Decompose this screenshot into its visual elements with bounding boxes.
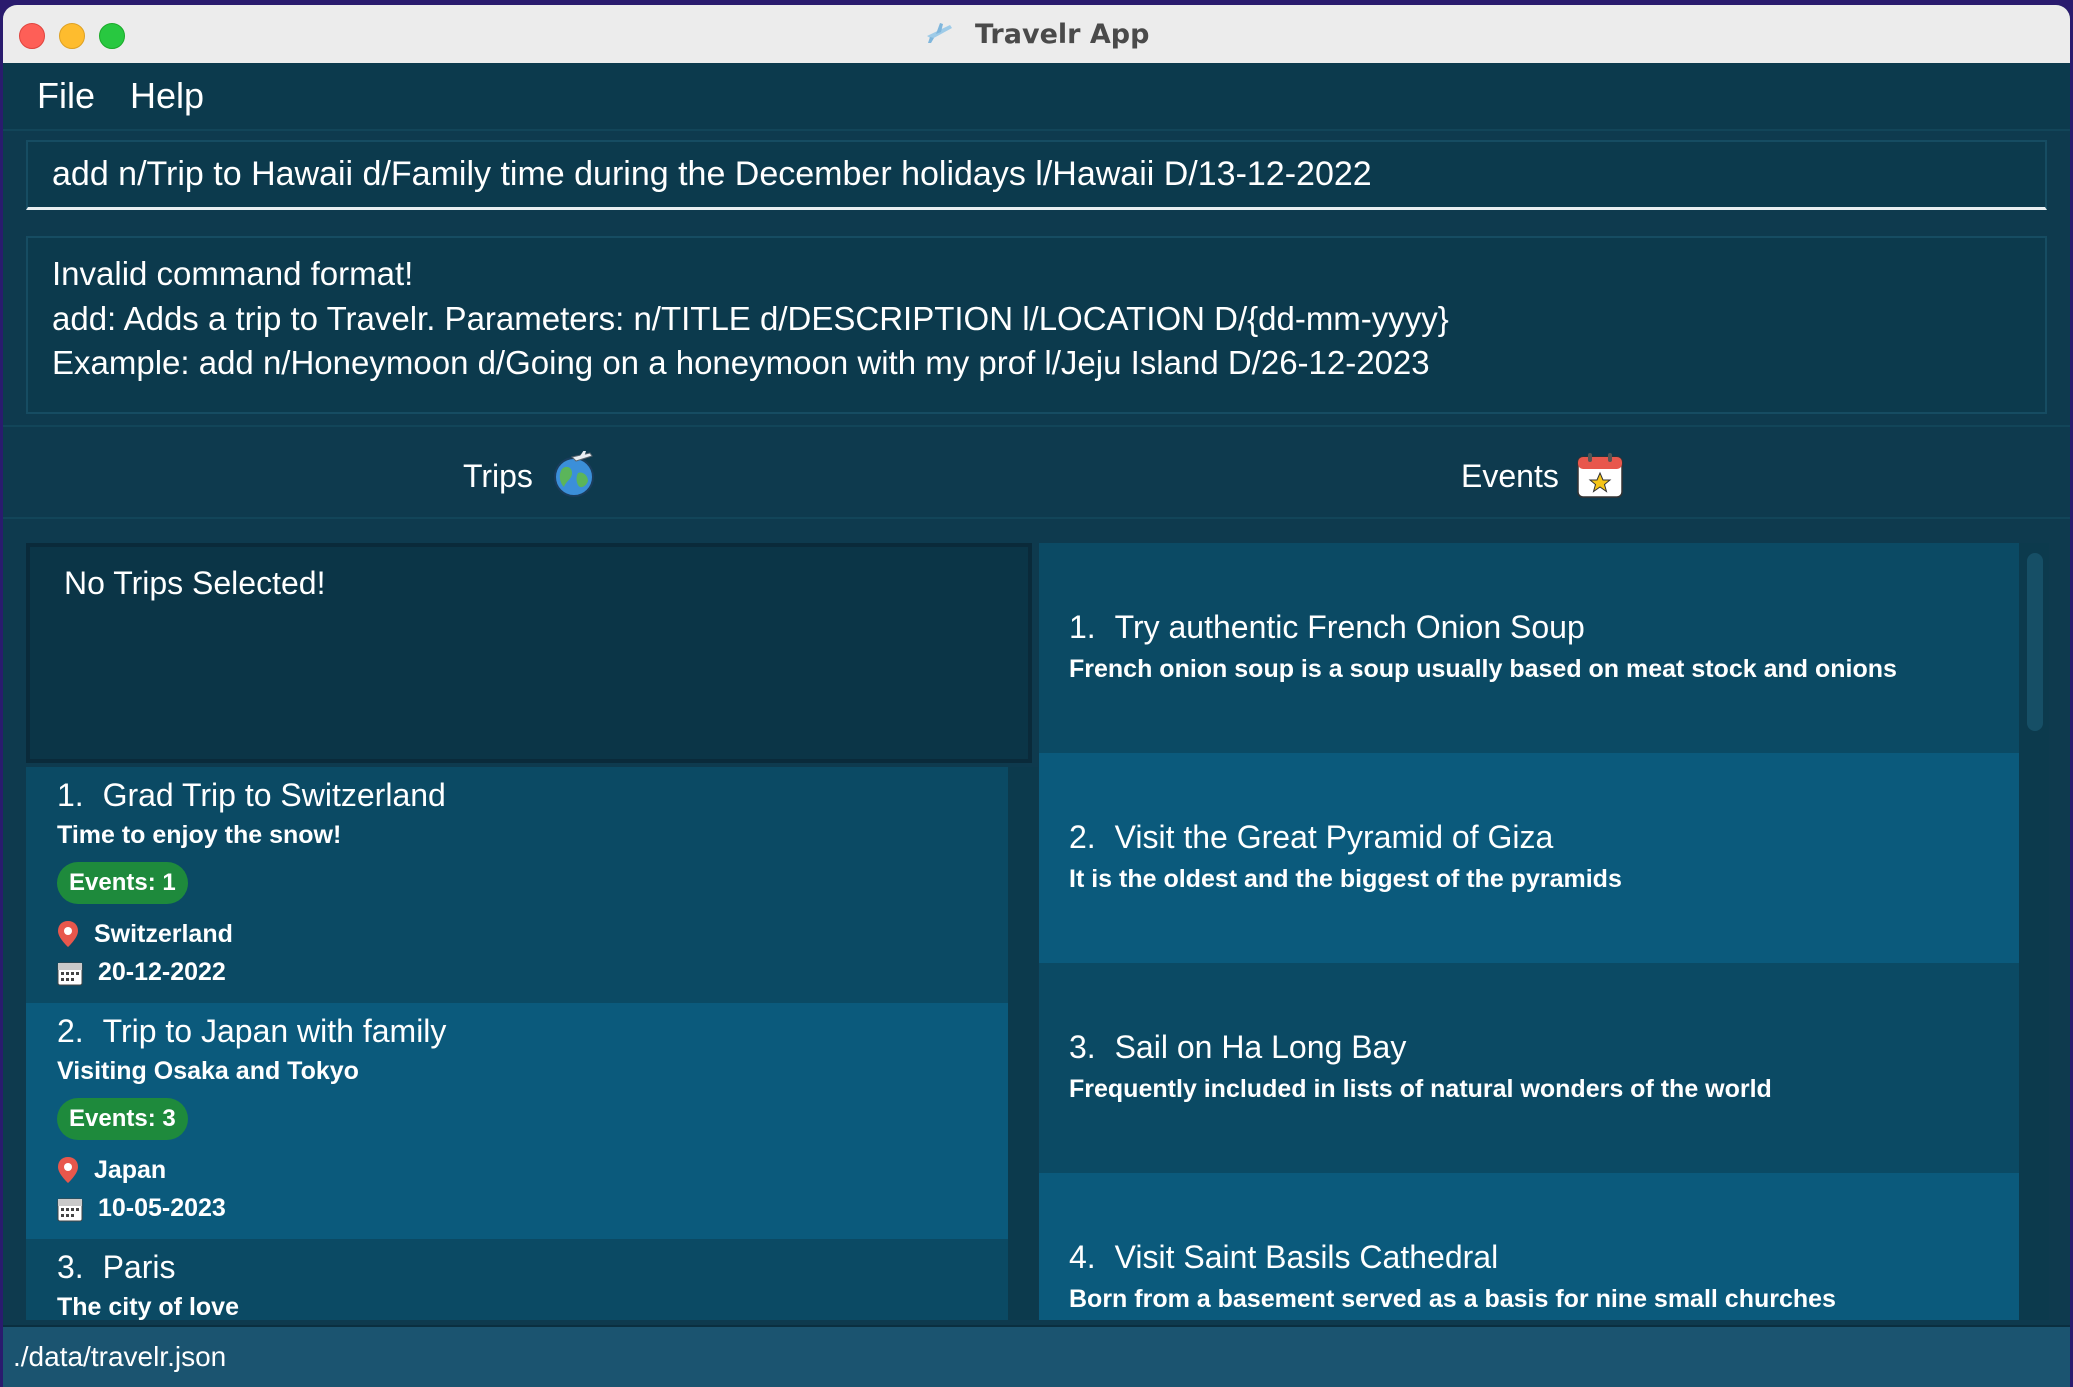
globe-airplane-icon	[550, 450, 598, 507]
trip-location-row: Switzerland	[57, 920, 233, 955]
calendar-icon	[57, 960, 83, 993]
events-count-badge: Events: 3	[57, 1098, 188, 1140]
trip-list[interactable]: 1. Grad Trip to Switzerland Time to enjo…	[26, 767, 1038, 1320]
result-line-3: Example: add n/Honeymoon d/Going on a ho…	[52, 344, 1430, 381]
command-input-value: add n/Trip to Hawaii d/Family time durin…	[52, 155, 1372, 193]
trip-description: The city of love	[57, 1293, 239, 1320]
trip-card[interactable]: 3. Paris The city of love	[26, 1239, 1008, 1320]
command-input[interactable]: add n/Trip to Hawaii d/Family time durin…	[26, 140, 2047, 210]
data-file-path: ./data/travelr.json	[13, 1341, 227, 1372]
airplane-icon	[924, 20, 954, 53]
trip-card[interactable]: 1. Grad Trip to Switzerland Time to enjo…	[26, 767, 1008, 1003]
app-window: Travelr App File Help add n/Trip to Hawa…	[3, 5, 2070, 1387]
section-header-row: Trips Events	[3, 425, 2070, 519]
selected-trip-message: No Trips Selected!	[64, 565, 326, 601]
event-card[interactable]: 3. Sail on Ha Long Bay Frequently includ…	[1039, 963, 2019, 1173]
trip-title: Grad Trip to Switzerland	[102, 777, 446, 813]
trip-card[interactable]: 2. Trip to Japan with family Visiting Os…	[26, 1003, 1008, 1239]
trip-list-scrollbar[interactable]	[1031, 767, 1038, 1320]
result-display: Invalid command format! add: Adds a trip…	[26, 236, 2047, 414]
menu-file[interactable]: File	[37, 75, 95, 117]
trip-description: Time to enjoy the snow!	[57, 821, 342, 849]
event-title: Try authentic French Onion Soup	[1114, 609, 1585, 645]
event-list[interactable]: 1. Try authentic French Onion Soup Frenc…	[1039, 543, 2049, 1320]
event-card[interactable]: 2. Visit the Great Pyramid of Giza It is…	[1039, 753, 2019, 963]
event-title: Sail on Ha Long Bay	[1114, 1029, 1407, 1065]
trip-location-row: Japan	[57, 1156, 166, 1191]
event-description: Frequently included in lists of natural …	[1069, 1075, 1772, 1103]
event-title: Visit the Great Pyramid of Giza	[1114, 819, 1554, 855]
trip-title-row: 2. Trip to Japan with family	[57, 1013, 446, 1050]
events-count-badge: Events: 1	[57, 862, 188, 904]
event-card[interactable]: 4. Visit Saint Basils Cathedral Born fro…	[1039, 1173, 2019, 1320]
calendar-icon	[57, 1196, 83, 1229]
trip-index: 2.	[57, 1013, 84, 1049]
selected-trip-panel: No Trips Selected!	[26, 543, 1032, 763]
result-line-2: add: Adds a trip to Travelr. Parameters:…	[52, 300, 1449, 337]
trip-date-row: 20-12-2022	[57, 958, 226, 993]
event-list-scrollbar-thumb[interactable]	[2027, 553, 2043, 731]
events-header-label: Events	[1461, 458, 1559, 494]
trip-date: 20-12-2022	[97, 958, 226, 986]
trips-header: Trips	[463, 450, 598, 507]
status-bar: ./data/travelr.json	[3, 1325, 2070, 1387]
trip-title-row: 3. Paris	[57, 1249, 175, 1286]
event-index: 1.	[1069, 609, 1096, 645]
menu-help[interactable]: Help	[130, 75, 204, 117]
trip-title-row: 1. Grad Trip to Switzerland	[57, 777, 446, 814]
event-description: Born from a basement served as a basis f…	[1069, 1285, 1836, 1313]
window-title: Travelr App	[974, 19, 1150, 50]
location-pin-icon	[57, 920, 79, 955]
trip-description: Visiting Osaka and Tokyo	[57, 1057, 359, 1085]
trip-date: 10-05-2023	[97, 1194, 226, 1222]
event-card[interactable]: 1. Try authentic French Onion Soup Frenc…	[1039, 543, 2019, 753]
event-title-row: 4. Visit Saint Basils Cathedral	[1069, 1239, 1498, 1276]
trip-index: 1.	[57, 777, 84, 813]
event-description: It is the oldest and the biggest of the …	[1069, 865, 1622, 893]
events-header: Events	[1461, 451, 1624, 507]
trip-index: 3.	[57, 1249, 84, 1285]
event-index: 3.	[1069, 1029, 1096, 1065]
event-title: Visit Saint Basils Cathedral	[1114, 1239, 1499, 1275]
trip-title: Paris	[102, 1249, 176, 1285]
event-title-row: 2. Visit the Great Pyramid of Giza	[1069, 819, 1553, 856]
trip-location: Japan	[93, 1156, 167, 1184]
trip-title: Trip to Japan with family	[102, 1013, 447, 1049]
event-title-row: 1. Try authentic French Onion Soup	[1069, 609, 1585, 646]
menu-bar: File Help	[3, 63, 2070, 131]
trip-location: Switzerland	[93, 920, 233, 948]
window-title-container: Travelr App	[3, 19, 2070, 53]
trips-header-label: Trips	[463, 458, 533, 494]
calendar-star-icon	[1576, 451, 1624, 507]
title-bar: Travelr App	[3, 5, 2070, 64]
location-pin-icon	[57, 1156, 79, 1191]
event-description: French onion soup is a soup usually base…	[1069, 655, 1897, 683]
result-line-1: Invalid command format!	[52, 255, 414, 292]
event-index: 4.	[1069, 1239, 1096, 1275]
trip-date-row: 10-05-2023	[57, 1194, 226, 1229]
event-index: 2.	[1069, 819, 1096, 855]
event-title-row: 3. Sail on Ha Long Bay	[1069, 1029, 1406, 1066]
